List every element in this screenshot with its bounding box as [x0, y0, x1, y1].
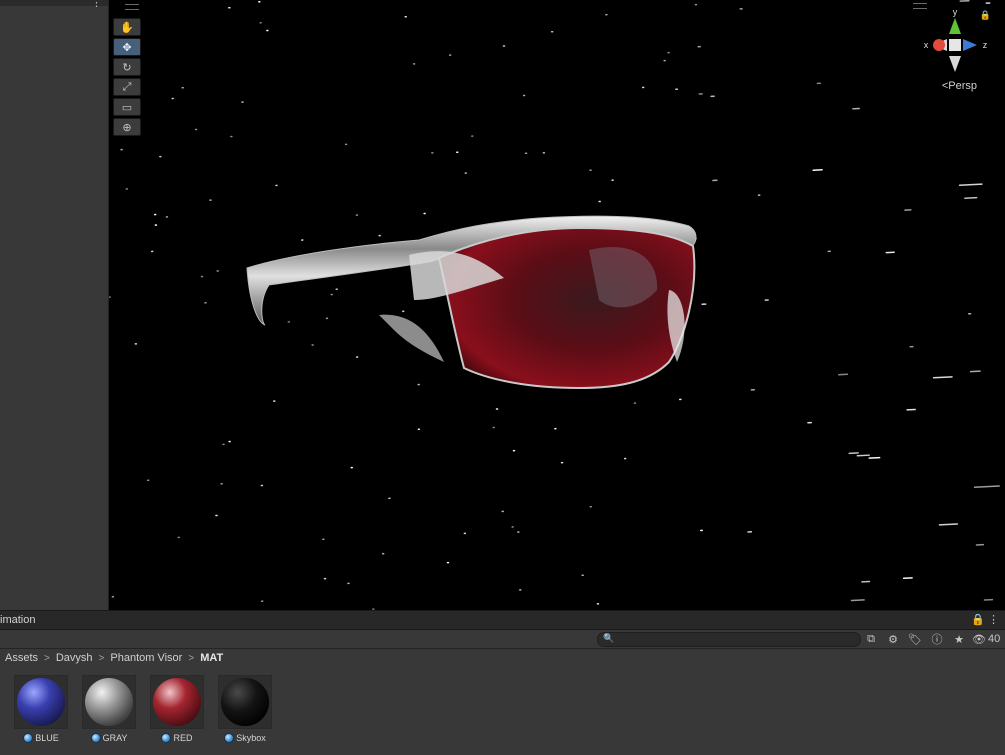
scale-tool-button[interactable]: ⤢ [113, 78, 141, 96]
chevron-right-icon: > [99, 653, 105, 664]
asset-grid: BLUE GRAY RED Skybox [14, 675, 272, 743]
hand-icon: ✋ [120, 21, 134, 34]
tab-bar-icons: 🔒 ⋮ [971, 613, 999, 626]
hidden-packages-count: 40 [988, 633, 1000, 645]
transform-tool-button[interactable]: ⊕ [113, 118, 141, 136]
breadcrumb: Assets > Davysh > Phantom Visor > MAT [0, 649, 1005, 667]
chevron-right-icon: > [188, 653, 194, 664]
move-tool-button[interactable]: ✥ [113, 38, 141, 56]
chevron-right-icon: > [44, 653, 50, 664]
search-filter-icons: ⧉ ⚙ 🏷 ⓘ ★ 👁40 [862, 631, 1000, 647]
rotate-icon: ↻ [122, 61, 131, 74]
projection-toggle[interactable]: <Persp [942, 80, 977, 92]
asset-thumbnail [150, 675, 204, 729]
gizmo-x-label: x [924, 40, 929, 50]
asset-item-red[interactable]: RED [150, 675, 204, 743]
breadcrumb-mat[interactable]: MAT [200, 652, 223, 664]
asset-name: Skybox [236, 733, 266, 743]
gizmo-z-label: z [983, 40, 988, 50]
asset-name: RED [173, 733, 192, 743]
transform-icon: ⊕ [122, 121, 131, 134]
toolbar-drag-handle[interactable] [125, 4, 139, 10]
asset-item-gray[interactable]: GRAY [82, 675, 136, 743]
eye-slash-icon: 👁 [972, 633, 986, 646]
move-icon: ✥ [122, 41, 131, 54]
material-icon [91, 733, 101, 743]
material-preview-red [153, 678, 201, 726]
panel-menu-icon[interactable]: ⋮ [91, 0, 102, 9]
search-icon: 🔍 [603, 633, 614, 644]
asset-label: BLUE [14, 733, 68, 743]
asset-name: GRAY [103, 733, 128, 743]
gizmo-y-label: y [953, 7, 958, 17]
material-icon [161, 733, 171, 743]
hidden-packages-toggle[interactable]: 👁40 [972, 631, 1000, 647]
asset-label: Skybox [218, 733, 272, 743]
favorites-star-icon[interactable]: ★ [950, 631, 968, 647]
rect-icon: ▭ [122, 101, 132, 114]
filter-by-label-icon[interactable]: 🏷 [906, 631, 924, 647]
tool-palette: ✋ ✥ ↻ ⤢ ▭ ⊕ [113, 14, 141, 138]
breadcrumb-davysh[interactable]: Davysh [56, 652, 93, 664]
search-input[interactable] [614, 633, 850, 646]
search-row: 🔍 ⧉ ⚙ 🏷 ⓘ ★ 👁40 [0, 630, 1005, 649]
project-panel: imation 🔒 ⋮ 🔍 ⧉ ⚙ 🏷 ⓘ ★ 👁40 Assets > Dav… [0, 610, 1005, 755]
tab-animation[interactable]: imation [0, 614, 35, 626]
material-preview-skybox [220, 677, 270, 727]
search-by-type-icon[interactable]: ⧉ [862, 631, 880, 647]
persp-label: Persp [948, 80, 977, 92]
asset-thumbnail [14, 675, 68, 729]
asset-item-blue[interactable]: BLUE [14, 675, 68, 743]
sunglasses-model[interactable] [109, 0, 1005, 610]
asset-item-skybox[interactable]: Skybox [218, 675, 272, 743]
lock-icon[interactable]: 🔒 [971, 614, 985, 626]
more-options-icon[interactable]: ⋮ [988, 614, 999, 626]
search-field[interactable]: 🔍 [597, 632, 861, 647]
scale-icon: ⤢ [123, 81, 132, 94]
material-preview-gray [85, 678, 133, 726]
breadcrumb-phantom-visor[interactable]: Phantom Visor [110, 652, 182, 664]
asset-label: GRAY [82, 733, 136, 743]
material-preview-blue [17, 678, 65, 726]
material-icon [23, 733, 33, 743]
hand-tool-button[interactable]: ✋ [113, 18, 141, 36]
scene-viewport[interactable]: ✋ ✥ ↻ ⤢ ▭ ⊕ 🔒 y x z <Persp [109, 0, 1005, 610]
project-tab-bar: imation 🔒 ⋮ [0, 611, 1005, 630]
filter-by-type-icon[interactable]: ⚙ [884, 631, 902, 647]
asset-thumbnail [218, 675, 272, 729]
material-icon [224, 733, 234, 743]
log-types-icon[interactable]: ⓘ [928, 631, 946, 647]
hierarchy-panel: ⋮ [0, 0, 109, 610]
breadcrumb-assets[interactable]: Assets [5, 652, 38, 664]
asset-label: RED [150, 733, 204, 743]
asset-thumbnail [82, 675, 136, 729]
rect-tool-button[interactable]: ▭ [113, 98, 141, 116]
rotate-tool-button[interactable]: ↻ [113, 58, 141, 76]
asset-name: BLUE [35, 733, 59, 743]
